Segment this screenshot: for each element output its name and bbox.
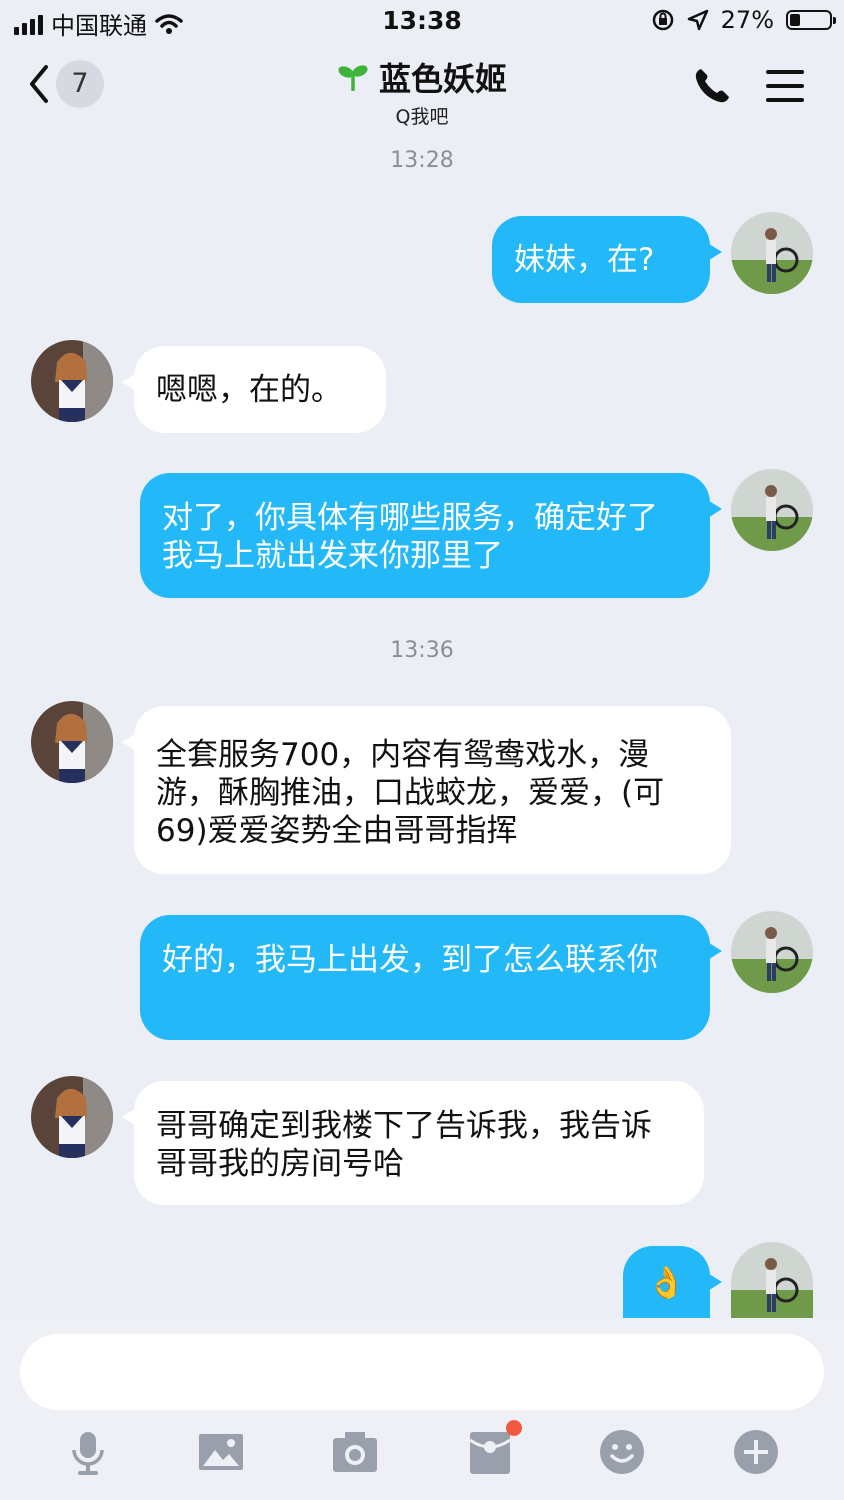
battery-percent: 27%	[720, 6, 774, 34]
input-bar	[0, 1318, 844, 1500]
location-icon	[687, 9, 708, 31]
avatar-self[interactable]	[731, 911, 813, 993]
chat-subtitle: Q我吧	[395, 106, 449, 128]
message-text: 对了，你具体有哪些服务，确定好了我马上就出发来你那里了	[162, 500, 658, 574]
message-bubble-outgoing[interactable]: 好的，我马上出发，到了怎么联系你	[140, 915, 722, 1040]
red-packet-icon	[469, 1432, 511, 1474]
message-bubble-incoming[interactable]: 哥哥确定到我楼下了告诉我，我告诉哥哥我的房间号哈	[122, 1081, 704, 1205]
red-packet-button[interactable]	[466, 1420, 522, 1476]
avatar-contact[interactable]	[31, 340, 113, 422]
battery-icon	[786, 10, 836, 30]
chat-title[interactable]: 蓝色妖姬	[337, 54, 507, 100]
avatar-contact[interactable]	[31, 1076, 113, 1158]
sprout-icon	[338, 65, 368, 91]
rotation-lock-icon	[652, 9, 673, 31]
message-text: 妹妹，在?	[514, 241, 655, 278]
avatar-self[interactable]	[731, 469, 813, 551]
chat-header: 7 蓝色妖姬 Q我吧	[0, 44, 844, 130]
status-bar: 中国联通 13:38 27%	[0, 0, 844, 44]
camera-icon[interactable]	[331, 1428, 379, 1476]
ok-hand-emoji: 👌	[647, 1265, 686, 1301]
message-timestamp: 13:36	[390, 638, 454, 663]
mic-icon[interactable]	[64, 1428, 112, 1476]
image-icon[interactable]	[197, 1428, 245, 1476]
message-bubble-incoming[interactable]: 嗯嗯，在的。	[122, 346, 386, 433]
phone-call-icon[interactable]	[692, 66, 732, 106]
plus-icon[interactable]	[732, 1428, 780, 1476]
emoji-icon[interactable]	[598, 1428, 646, 1476]
avatar-self[interactable]	[731, 212, 813, 294]
message-bubble-outgoing[interactable]: 👌	[623, 1246, 722, 1318]
message-bubble-outgoing[interactable]: 妹妹，在?	[492, 216, 722, 303]
message-input[interactable]	[20, 1334, 824, 1410]
avatar-self[interactable]	[731, 1242, 813, 1318]
message-bubble-outgoing[interactable]: 对了，你具体有哪些服务，确定好了我马上就出发来你那里了	[140, 473, 722, 598]
message-text: 全套服务700，内容有鸳鸯戏水，漫游，酥胸推油，口战蛟龙，爱爱，(可69)爱爱姿…	[156, 737, 665, 849]
avatar-contact[interactable]	[31, 701, 113, 783]
notification-dot	[506, 1420, 522, 1436]
menu-icon[interactable]	[766, 70, 804, 112]
message-timestamp: 13:28	[390, 148, 454, 173]
message-text: 哥哥确定到我楼下了告诉我，我告诉哥哥我的房间号哈	[156, 1108, 652, 1182]
chat-title-text: 蓝色妖姬	[378, 60, 507, 98]
message-text: 好的，我马上出发，到了怎么联系你	[162, 942, 658, 978]
message-bubble-incoming[interactable]: 全套服务700，内容有鸳鸯戏水，漫游，酥胸推油，口战蛟龙，爱爱，(可69)爱爱姿…	[122, 706, 731, 874]
message-text: 嗯嗯，在的。	[156, 371, 342, 408]
